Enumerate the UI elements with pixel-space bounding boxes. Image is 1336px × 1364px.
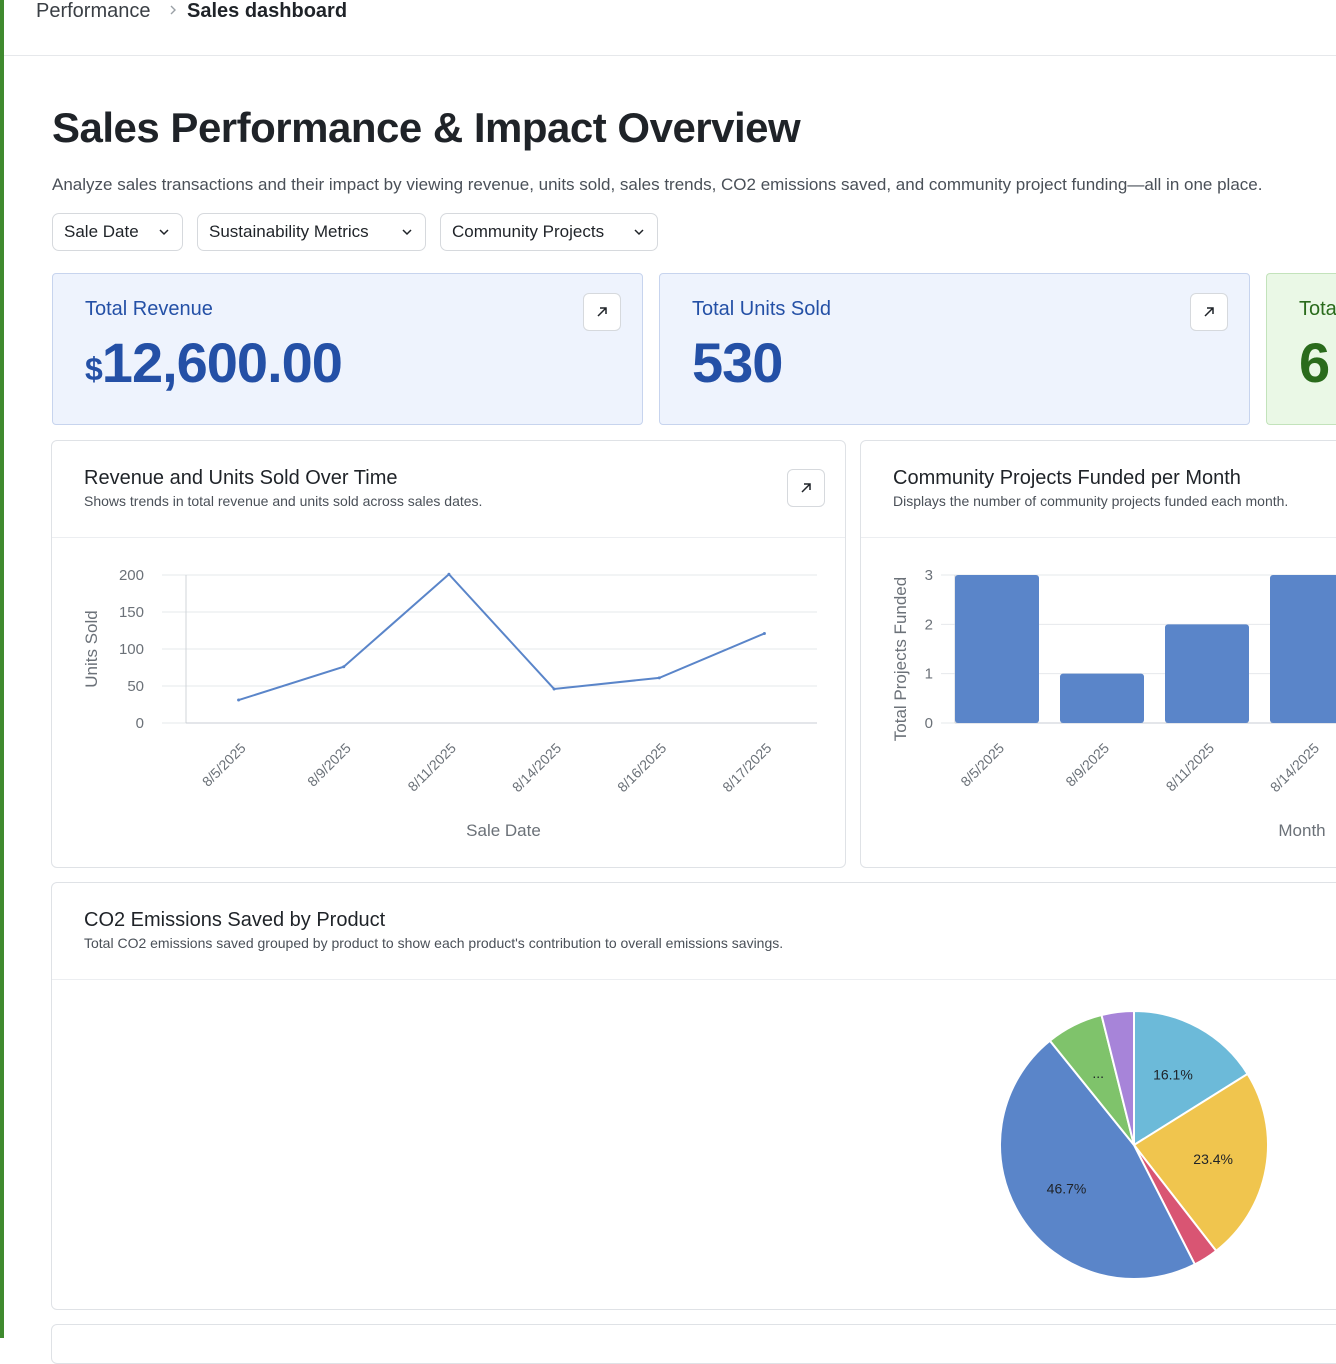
kpi-label: Total Revenue xyxy=(85,298,213,320)
y-tick-label: 200 xyxy=(119,567,144,584)
card-divider xyxy=(52,979,1336,980)
chevron-right-icon xyxy=(170,5,176,15)
chevron-down-icon xyxy=(634,229,644,236)
y-tick-label: 50 xyxy=(127,678,144,695)
x-tick-label: 8/16/2025 xyxy=(614,740,670,796)
currency-symbol: $ xyxy=(85,351,103,387)
open-line-chart-button[interactable] xyxy=(787,469,825,507)
kpi-total-revenue: Total Revenue $12,600.00 xyxy=(52,273,643,425)
x-tick-label: 8/11/2025 xyxy=(1162,740,1217,795)
x-tick-label: 8/14/2025 xyxy=(509,740,565,796)
x-tick-label: 8/9/2025 xyxy=(304,740,354,790)
kpi-label: Total Units Sold xyxy=(692,298,831,320)
series-line-units-sold xyxy=(238,572,765,702)
y-tick-label: 0 xyxy=(925,715,933,732)
open-revenue-button[interactable] xyxy=(583,293,621,331)
y-tick-label: 150 xyxy=(119,604,144,621)
y-axis-title-group: Total Projects Funded xyxy=(891,577,910,741)
y-tick-label: 0 xyxy=(136,715,144,732)
x-tick-label: 8/17/2025 xyxy=(719,740,775,796)
bar xyxy=(1060,673,1144,723)
data-point xyxy=(552,687,556,691)
card-divider xyxy=(52,537,845,538)
y-tick-label: 3 xyxy=(925,567,933,584)
page-title: Sales Performance & Impact Overview xyxy=(52,104,801,151)
kpi-third: Tota 6 xyxy=(1266,273,1336,425)
y-axis-title: Total Projects Funded xyxy=(891,577,910,741)
x-tick-label: 8/11/2025 xyxy=(404,740,459,795)
data-point xyxy=(762,631,766,635)
x-axis-title: Month xyxy=(1278,821,1325,840)
card-title: CO2 Emissions Saved by Product xyxy=(84,909,386,931)
y-tick-label: 100 xyxy=(119,641,144,658)
card-next xyxy=(51,1324,1336,1364)
card-subtitle: Total CO2 emissions saved grouped by pro… xyxy=(84,935,784,951)
top-bar: Performance Sales dashboard xyxy=(4,0,1336,56)
card-community-projects: Community Projects Funded per Month Disp… xyxy=(860,440,1336,868)
chevron-down-icon xyxy=(402,229,412,236)
y-axis-title: Units Sold xyxy=(82,610,101,687)
y-tick-label: 1 xyxy=(925,666,933,683)
breadcrumb-current: Sales dashboard xyxy=(187,0,348,22)
card-title: Revenue and Units Sold Over Time xyxy=(84,467,398,489)
card-subtitle: Shows trends in total revenue and units … xyxy=(84,493,483,509)
filter-label: Sustainability Metrics xyxy=(209,222,369,241)
bar xyxy=(1165,624,1249,723)
arrow-up-right-icon xyxy=(1204,307,1214,317)
x-tick-label: 8/14/2025 xyxy=(1267,740,1323,796)
data-point xyxy=(342,665,346,669)
kpi-value: $12,600.00 xyxy=(85,330,343,395)
data-point xyxy=(447,572,451,576)
filter-label: Community Projects xyxy=(452,222,605,241)
open-units-button[interactable] xyxy=(1190,293,1228,331)
kpi-number: 12,600.00 xyxy=(101,331,343,394)
kpi-total-units-sold: Total Units Sold 530 xyxy=(659,273,1250,425)
x-tick-label: 8/5/2025 xyxy=(957,740,1007,790)
pie-slice-label: 46.7% xyxy=(1047,1181,1087,1197)
left-accent-bar xyxy=(0,0,4,1338)
chevron-down-icon xyxy=(159,229,169,236)
card-divider xyxy=(861,537,1336,538)
pie-chart: 16.1% 23.4% 46.7%... xyxy=(999,1009,1270,1280)
card-co2-saved: CO2 Emissions Saved by Product Total CO2… xyxy=(51,882,1336,1310)
pie-slice-label: ... xyxy=(1092,1065,1104,1081)
x-tick-label: 8/9/2025 xyxy=(1062,740,1112,790)
filter-label: Sale Date xyxy=(64,222,139,241)
data-point xyxy=(237,698,241,702)
y-tick-label: 2 xyxy=(925,616,933,633)
kpi-label: Tota xyxy=(1299,298,1336,320)
arrow-up-right-icon xyxy=(597,307,607,317)
data-point xyxy=(657,676,661,680)
kpi-value: 6 xyxy=(1299,331,1330,394)
x-axis-title: Sale Date xyxy=(466,821,541,840)
arrow-up-right-icon xyxy=(801,483,811,493)
page-description: Analyze sales transactions and their imp… xyxy=(52,175,1263,194)
kpi-value: 530 xyxy=(692,331,783,394)
card-title: Community Projects Funded per Month xyxy=(893,467,1241,489)
breadcrumb-parent[interactable]: Performance xyxy=(36,0,151,23)
bar-chart: 0 1 2 3 8/5/2025 8/9/2025 8/11/2025 8/14/2025 Mo… xyxy=(891,567,1336,840)
pie-slice-label: 16.1% xyxy=(1153,1067,1193,1083)
card-subtitle: Displays the number of community project… xyxy=(893,493,1289,509)
bar xyxy=(1270,575,1336,723)
card-revenue-units-over-time: Revenue and Units Sold Over Time Shows t… xyxy=(51,440,846,868)
filter-sustainability-metrics[interactable]: Sustainability Metrics xyxy=(197,213,426,251)
bar xyxy=(955,575,1039,723)
filter-community-projects[interactable]: Community Projects xyxy=(440,213,658,251)
line-chart: 0 50 100 150 200 8/5/2025 8/9/2025 8/11/2025 8/1… xyxy=(82,567,817,840)
pie-slice-label: 23.4% xyxy=(1193,1151,1233,1167)
filter-sale-date[interactable]: Sale Date xyxy=(52,213,183,251)
x-tick-label: 8/5/2025 xyxy=(199,740,249,790)
